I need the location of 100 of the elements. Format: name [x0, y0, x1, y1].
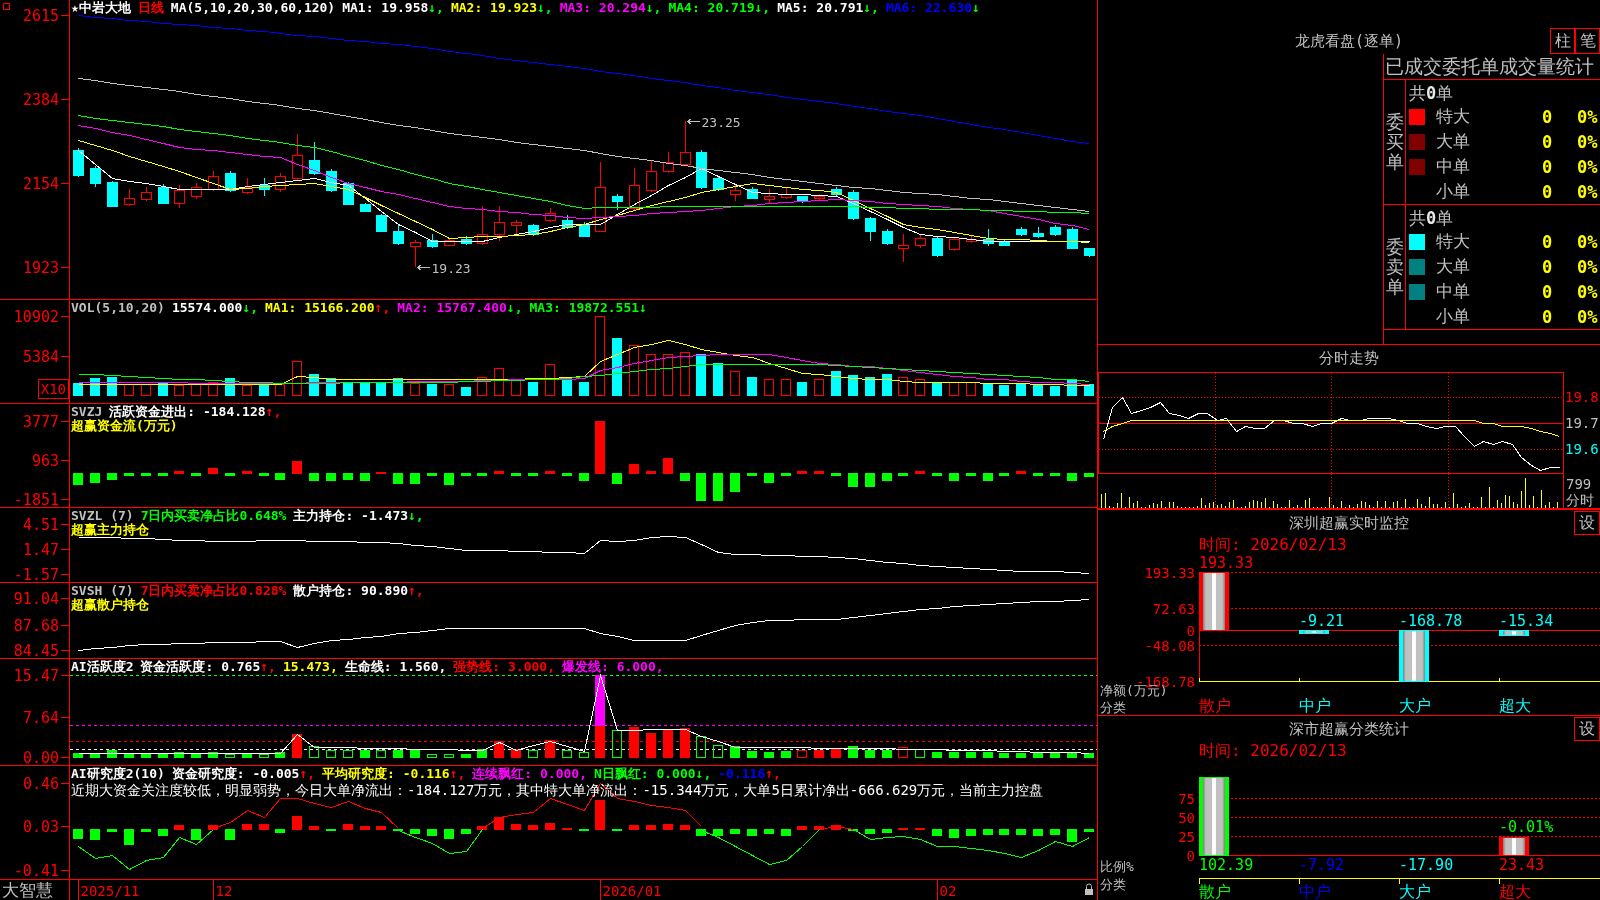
trend-arrow: ↑,	[765, 767, 781, 781]
axis-tick-label: 3777	[22, 412, 59, 431]
order-share: 0%	[1577, 106, 1598, 127]
trend-arrow: ↓,	[506, 301, 523, 315]
order-size-label: 中单	[1436, 155, 1470, 178]
trend-arrow: ↓	[639, 301, 647, 315]
order-count: 0	[1541, 281, 1553, 302]
axis-tick-label: 963	[31, 451, 59, 470]
category-label: 大户	[1399, 696, 1431, 715]
category-label: 中户	[1299, 882, 1331, 900]
indicator-label: 15.473,	[282, 660, 338, 674]
category-label: 超大	[1499, 882, 1531, 900]
value-label: 102.39	[1199, 856, 1254, 874]
axis-tick-label: 15.47	[13, 666, 59, 685]
order-size-label: 大单	[1436, 255, 1470, 278]
date-label: 2026/01	[602, 883, 662, 899]
timestamp: 时间: 2026/02/13	[1199, 742, 1347, 760]
axis-tick-label: 2384	[22, 90, 59, 109]
trend-arrow: ↑,	[374, 301, 391, 315]
axis-tick-label: 10902	[13, 307, 59, 326]
axis-tick-label: 19.6	[1565, 441, 1599, 457]
axis-tick-label: 19.7	[1565, 415, 1599, 431]
category-label: 散户	[1199, 882, 1231, 900]
category-label: 大户	[1399, 882, 1431, 900]
axis-title: 分类	[1100, 700, 1126, 715]
trend-arrow: ↑,	[260, 660, 276, 674]
unit-label: X10	[37, 379, 69, 399]
order-share: 0%	[1577, 281, 1598, 302]
panel-title: 龙虎看盘(逐单)	[1294, 31, 1404, 51]
axis-title: 分类	[1100, 877, 1126, 892]
indicator-label: -0.116	[718, 767, 766, 781]
axis-tick-label: 87.68	[13, 616, 59, 635]
indicator-label: AI活跃度2	[71, 660, 134, 674]
value-label: -168.78	[1399, 612, 1463, 630]
order-count: 0	[1541, 156, 1553, 177]
order-share: 0%	[1577, 131, 1598, 152]
indicator-label: MA5: 20.791	[777, 1, 864, 15]
section-title: 分时走势	[1319, 349, 1379, 368]
indicator-label: 主力持仓: -1.473	[293, 509, 409, 523]
indicator-label: 活跃资金进出: -184.128	[109, 405, 266, 419]
axis-tick-label: 91.04	[13, 589, 59, 608]
axis-tick-label: 25	[1178, 828, 1195, 845]
trend-arrow: ↓,	[754, 1, 771, 15]
value-label: -15.34	[1499, 612, 1554, 630]
section-title: 深市超赢分类统计	[1289, 719, 1409, 739]
group-label: 委卖单	[1385, 237, 1404, 297]
axis-tick-label: 84.45	[13, 641, 59, 658]
axis-tick-label: 0	[1186, 847, 1195, 864]
axis-tick-label: 193.33	[1144, 564, 1195, 581]
indicator-label: MA6: 22.630	[885, 1, 973, 15]
category-label: 散户	[1199, 696, 1231, 715]
order-size-label: 小单	[1436, 305, 1470, 328]
order-size-label: 特大	[1436, 230, 1470, 253]
axis-tick-label: -1.57	[13, 565, 59, 582]
order-share: 0%	[1577, 231, 1598, 252]
value-label: 23.43	[1499, 856, 1545, 874]
order-share: 0%	[1577, 256, 1598, 277]
indicator-label: SVZL (7)	[71, 509, 134, 523]
trend-arrow: ↓,	[242, 301, 259, 315]
indicator-label: 超赢资金流(万元)	[71, 419, 178, 433]
axis-tick-label: 2154	[22, 174, 59, 193]
trend-arrow: ↑,	[449, 767, 466, 781]
axis-tick-label: 0.03	[22, 817, 59, 836]
indicator-label: MA1: 19.958	[342, 1, 429, 15]
chart-annotation: -0.01%	[1499, 818, 1554, 837]
indicator-label: N日飘红: 0.000	[594, 767, 696, 781]
order-share: 0%	[1577, 181, 1598, 202]
axis-tick-label: 19.8	[1565, 389, 1599, 405]
indicator-label: 爆发线: 6.000,	[562, 660, 664, 674]
indicator-label: 超赢散户持仓	[71, 598, 149, 612]
app-logo-text: 大智慧	[1, 880, 53, 900]
indicator-label: 资金活跃度: 0.765	[140, 660, 261, 674]
axis-tick-label: 0.00	[22, 748, 59, 765]
indicator-label: 连续飘红: 0.000,	[472, 767, 587, 781]
trend-arrow: ↑,	[408, 584, 424, 598]
trend-arrow: ↓,	[863, 1, 879, 15]
indicator-label: MA1: 15166.200	[265, 301, 375, 315]
order-count: 0	[1541, 256, 1553, 277]
indicator-label: MA2: 15767.400	[397, 301, 507, 315]
category-label: 超大	[1499, 696, 1531, 715]
indicator-label: MA2: 19.923	[450, 1, 538, 15]
timestamp: 时间: 2026/02/13	[1199, 536, 1347, 554]
axis-tick-label: -1851	[13, 490, 59, 507]
indicator-label: MA(5,10,20,30,60,120)	[170, 1, 336, 15]
trend-arrow: ↓	[972, 1, 980, 15]
order-size-label: 中单	[1436, 280, 1470, 303]
indicator-label: VOL(5,10,20)	[71, 301, 165, 315]
indicator-label: 15574.000	[171, 301, 243, 315]
value-label: -9.21	[1299, 612, 1345, 630]
axis-tick-label: 7.64	[22, 708, 59, 727]
axis-tick-label: 0	[1186, 622, 1195, 639]
indicator-label: SVSH (7)	[71, 584, 134, 598]
value-label: -17.90	[1399, 856, 1454, 874]
date-label: 2025/11	[80, 883, 140, 899]
indicator-label: 超赢主力持仓	[71, 523, 149, 537]
group-label: 委买单	[1385, 112, 1404, 172]
indicator-label: 强势线: 3.000,	[453, 660, 555, 674]
axis-tick-label: 50	[1178, 809, 1195, 826]
axis-tick-label: 72.63	[1152, 600, 1195, 617]
section-title: 深圳超赢实时监控	[1289, 513, 1409, 533]
